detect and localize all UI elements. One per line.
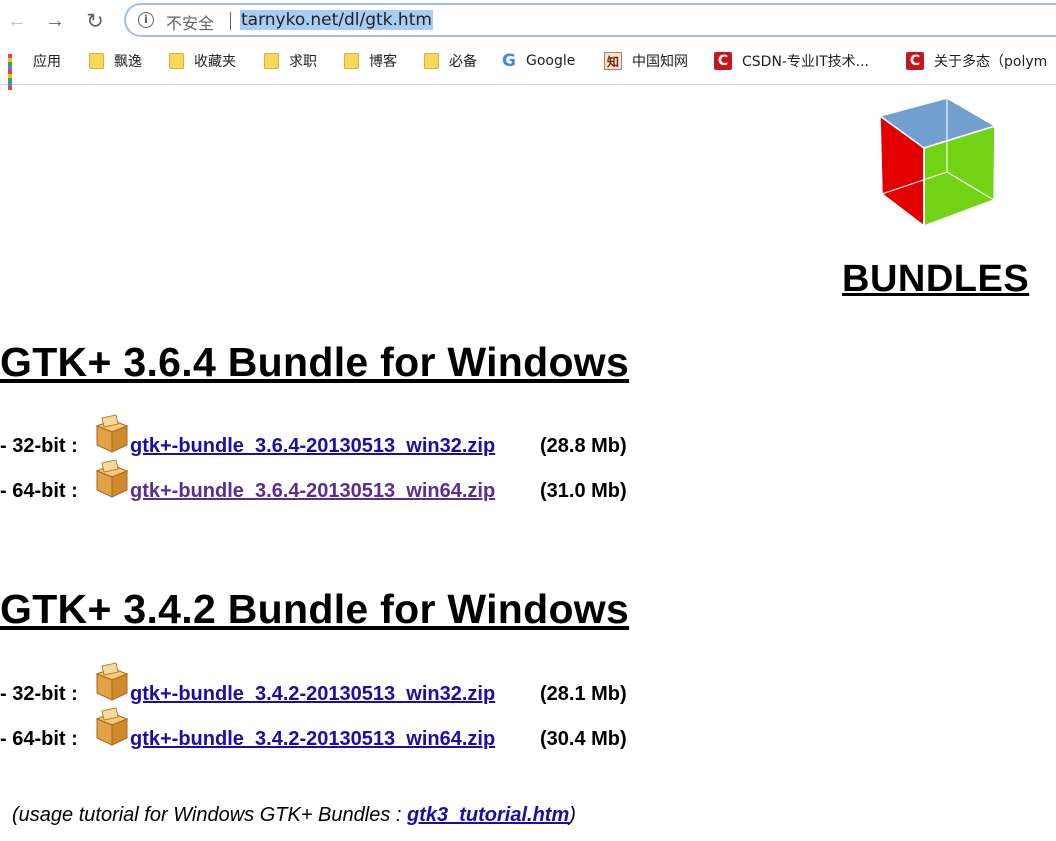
cnki-icon: 知 (604, 52, 622, 70)
csdn-icon: C (906, 52, 924, 70)
download-link-3-4-2-win64[interactable]: gtk+-bundle_3.4.2-20130513_win64.zip (130, 728, 495, 751)
gtk-logo-icon (878, 97, 997, 228)
tutorial-link[interactable]: gtk3_tutorial.htm (407, 804, 569, 826)
tutorial-suffix: ) (569, 804, 576, 826)
bookmark-cnki[interactable]: 知 中国知网 (604, 46, 688, 76)
package-icon (95, 414, 129, 453)
reload-icon: ↻ (86, 9, 104, 33)
folder-icon (344, 53, 359, 69)
arch-label: - 32-bit : (0, 683, 78, 705)
folder-icon (89, 53, 104, 69)
address-divider (230, 12, 231, 30)
bookmark-label: 博客 (369, 54, 397, 70)
file-size: (28.1 Mb) (540, 683, 627, 705)
back-button[interactable]: ← (4, 8, 30, 34)
bookmark-folder-blog[interactable]: 博客 (344, 46, 397, 76)
bookmark-label: Google (525, 53, 576, 69)
download-link-3-4-2-win32[interactable]: gtk+-bundle_3.4.2-20130513_win32.zip (130, 683, 495, 706)
bookmark-label: 必备 (449, 54, 477, 70)
bookmark-label: 求职 (289, 54, 317, 70)
address-bar[interactable]: i 不安全 tarnyko.net/dl/gtk.htm (124, 3, 1056, 37)
bookmark-csdn[interactable]: C CSDN-专业IT技术... (714, 46, 869, 76)
arch-label: - 64-bit : (0, 728, 78, 750)
browser-toolbar: ← → ↻ i 不安全 tarnyko.net/dl/gtk.htm 应用 飘逸… (0, 0, 1056, 90)
bookmark-label: CSDN-专业IT技术... (742, 54, 869, 70)
bookmarks-bar: 应用 飘逸 收藏夹 求职 博客 必备 G Google 知 中国知网 C CSD… (0, 46, 1056, 90)
apps-grid-icon (8, 53, 23, 90)
folder-icon (264, 53, 279, 69)
arch-label: - 32-bit : (0, 435, 78, 457)
section-title-gtk-3-6-4: GTK+ 3.6.4 Bundle for Windows (0, 339, 630, 385)
bookmark-label: 收藏夹 (194, 54, 236, 70)
download-link-3-6-4-win64[interactable]: gtk+-bundle_3.6.4-20130513_win64.zip (130, 480, 495, 503)
google-icon: G (502, 51, 516, 71)
bookmark-label: 应用 (33, 54, 61, 70)
bookmark-folder-jobs[interactable]: 求职 (264, 46, 317, 76)
bookmark-label: 飘逸 (114, 54, 142, 70)
bookmark-label: 关于多态（polym (934, 54, 1048, 70)
bookmark-folder-favorites[interactable]: 收藏夹 (169, 46, 236, 76)
bookmark-polymorphism[interactable]: C 关于多态（polym (906, 46, 1047, 76)
bookmark-google[interactable]: G Google (502, 46, 575, 76)
file-size: (30.4 Mb) (540, 728, 627, 750)
bookmark-label: 中国知网 (632, 54, 688, 70)
bookmark-folder-essentials[interactable]: 必备 (424, 46, 477, 76)
csdn-icon: C (714, 52, 732, 70)
folder-icon (169, 53, 184, 69)
download-link-3-6-4-win32[interactable]: gtk+-bundle_3.6.4-20130513_win32.zip (130, 435, 495, 458)
package-icon (95, 662, 129, 701)
bundles-heading: BUNDLES (842, 258, 1030, 300)
package-icon (95, 707, 129, 746)
bookmark-apps[interactable]: 应用 (8, 46, 61, 90)
file-size: (28.8 Mb) (540, 435, 627, 457)
tutorial-note: (usage tutorial for Windows GTK+ Bundles… (12, 804, 576, 827)
info-icon[interactable]: i (138, 12, 154, 28)
file-size: (31.0 Mb) (540, 480, 627, 502)
tutorial-prefix: (usage tutorial for Windows GTK+ Bundles… (12, 804, 407, 826)
security-label[interactable]: 不安全 (166, 10, 214, 34)
section-title-gtk-3-4-2: GTK+ 3.4.2 Bundle for Windows (0, 586, 630, 632)
bookmark-folder-piaoyi[interactable]: 飘逸 (89, 46, 142, 76)
folder-icon (424, 53, 439, 69)
arrow-right-icon: → (45, 9, 65, 32)
arch-label: - 64-bit : (0, 480, 78, 502)
forward-button[interactable]: → (42, 8, 68, 34)
url-text[interactable]: tarnyko.net/dl/gtk.htm (240, 10, 433, 30)
package-icon (95, 459, 129, 498)
arrow-left-icon: ← (7, 9, 27, 32)
reload-button[interactable]: ↻ (82, 8, 108, 34)
